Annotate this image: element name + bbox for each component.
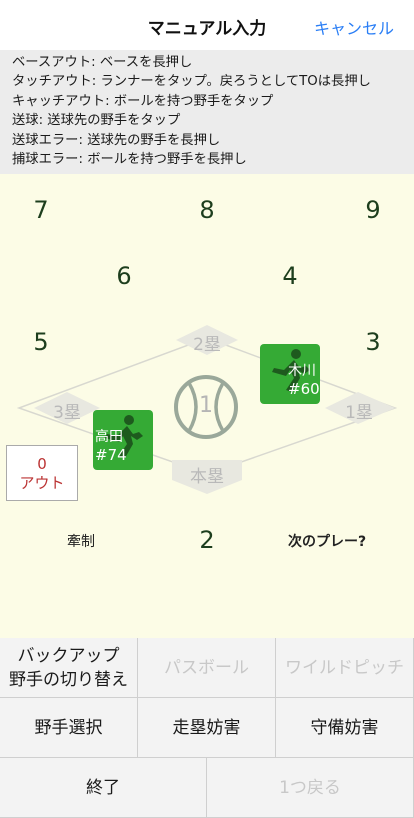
undo-button[interactable]: 1つ戻る bbox=[207, 758, 414, 818]
instruction-throw: 送球: 送球先の野手をタップ bbox=[12, 113, 181, 129]
defense-interference-button[interactable]: 守備妨害 bbox=[276, 698, 414, 758]
instruction-catch-out: キャッチアウト: ボールを持つ野手をタップ bbox=[12, 93, 274, 109]
wild-pitch-button[interactable]: ワイルドピッチ bbox=[276, 638, 414, 698]
runner-number: #74 bbox=[95, 446, 127, 464]
cancel-button[interactable]: キャンセル bbox=[314, 15, 394, 39]
position-7-left-fielder[interactable]: 7 bbox=[21, 196, 61, 224]
third-base-label: 3塁 bbox=[53, 403, 81, 423]
outs-label: アウト bbox=[19, 474, 65, 492]
position-6-shortstop[interactable]: 6 bbox=[104, 262, 144, 290]
position-8-center-fielder[interactable]: 8 bbox=[187, 196, 227, 224]
instruction-touch-out: タッチアウト: ランナーをタップ。戻ろうとしてTOは長押し bbox=[12, 74, 371, 90]
runner-card-kigawa[interactable]: 木川 #60 bbox=[260, 344, 320, 404]
runner-name: 高田 bbox=[95, 429, 123, 445]
finish-button[interactable]: 終了 bbox=[0, 758, 207, 818]
passed-ball-button[interactable]: パスボール bbox=[138, 638, 276, 698]
position-4-second-baseman[interactable]: 4 bbox=[270, 262, 310, 290]
runner-card-takada[interactable]: 高田 #74 bbox=[93, 410, 153, 470]
instruction-throw-error: 送球エラー: 送球先の野手を長押し bbox=[12, 132, 221, 148]
pitcher-ball[interactable]: 1 bbox=[173, 374, 239, 440]
fielder-choice-button[interactable]: 野手選択 bbox=[0, 698, 138, 758]
second-base-label: 2塁 bbox=[193, 335, 221, 355]
home-plate-label: 本塁 bbox=[190, 467, 224, 487]
header: マニュアル入力 キャンセル bbox=[0, 0, 414, 50]
instructions-panel: ベースアウト: ベースを長押し タッチアウト: ランナーをタップ。戻ろうとしてT… bbox=[0, 50, 414, 174]
position-5-third-baseman[interactable]: 5 bbox=[21, 328, 61, 356]
baseball-field: 7 8 9 6 4 5 3 2 2塁 3塁 1塁 本塁 1 木川 #60 高田 … bbox=[0, 174, 414, 638]
instruction-base-out: ベースアウト: ベースを長押し bbox=[12, 55, 193, 70]
runner-name: 木川 bbox=[288, 363, 316, 379]
manual-input-screen: マニュアル入力 キャンセル ベースアウト: ベースを長押し タッチアウト: ラン… bbox=[0, 0, 414, 818]
outs-counter[interactable]: 0 アウト bbox=[6, 445, 78, 501]
runner-number: #60 bbox=[288, 380, 320, 398]
position-3-first-baseman[interactable]: 3 bbox=[353, 328, 393, 356]
backup-label-line1: バックアップ bbox=[17, 645, 120, 666]
instruction-catch-error: 捕球エラー: ボールを持つ野手を長押し bbox=[12, 152, 247, 168]
action-buttons: バックアップ 野手の切り替え パスボール ワイルドピッチ 野手選択 走塁妨害 守… bbox=[0, 638, 414, 818]
first-base-label: 1塁 bbox=[345, 403, 373, 423]
backup-fielder-switch-button[interactable]: バックアップ 野手の切り替え bbox=[0, 638, 138, 698]
next-play-button[interactable]: 次のプレー? bbox=[288, 531, 366, 551]
runner-obstruction-button[interactable]: 走塁妨害 bbox=[138, 698, 276, 758]
position-2-catcher[interactable]: 2 bbox=[187, 526, 227, 554]
outs-count: 0 bbox=[37, 455, 47, 473]
position-9-right-fielder[interactable]: 9 bbox=[353, 196, 393, 224]
pickoff-button[interactable]: 牽制 bbox=[67, 531, 95, 551]
pitcher-position-label: 1 bbox=[199, 393, 213, 418]
backup-label-line2: 野手の切り替え bbox=[9, 669, 128, 690]
